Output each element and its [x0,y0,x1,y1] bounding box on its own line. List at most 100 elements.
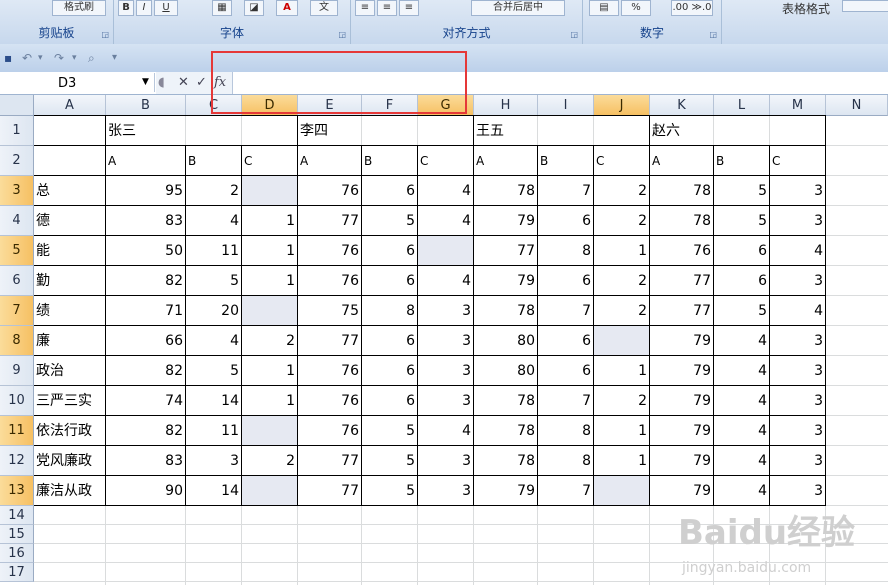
data-cell: 75 [341,303,359,319]
row-header-4[interactable]: 4 [0,206,34,236]
data-cell: 4 [758,333,767,349]
column-header-j[interactable]: J [594,95,650,116]
row-header-13[interactable]: 13 [0,476,34,506]
empty-cell[interactable] [242,416,297,445]
data-cell: 3 [814,393,823,409]
border-button[interactable]: ▦ [212,0,232,16]
row-header-16[interactable]: 16 [0,544,34,563]
empty-cell[interactable] [418,236,473,265]
subheader-cell: A [652,154,661,168]
subheader-cell: C [420,154,429,168]
row-header-9[interactable]: 9 [0,356,34,386]
empty-cell[interactable] [242,176,297,205]
enter-icon[interactable]: ✓ [196,75,207,90]
dialog-launcher-icon[interactable]: ◲ [570,30,578,39]
data-cell: 5 [406,483,415,499]
data-cell: 4 [814,303,823,319]
data-cell: 2 [638,393,647,409]
row-header-2[interactable]: 2 [0,146,34,176]
row-header-12[interactable]: 12 [0,446,34,476]
empty-cell[interactable] [594,476,649,505]
currency-button[interactable]: ▤ [589,0,619,16]
data-cell: 6 [758,273,767,289]
row-header-1[interactable]: 1 [0,116,34,146]
italic-button[interactable]: I [136,0,152,16]
underline-button[interactable]: U [154,0,178,16]
data-cell: 6 [406,363,415,379]
dropdown-arrow-icon[interactable]: ▾ [72,52,77,64]
dialog-launcher-icon[interactable]: ◲ [101,30,109,39]
customize-toolbar-icon[interactable]: ▾ [112,52,117,64]
data-cell: 20 [221,303,239,319]
data-cell: 3 [462,363,471,379]
font-color-button[interactable]: A [276,0,298,16]
table-format-button[interactable]: 表格格式 [782,0,830,17]
phonetic-icon: 文 [319,2,329,13]
data-cell: 78 [517,303,535,319]
row-header-7[interactable]: 7 [0,296,34,326]
font-group: B I U ▦ ◪ A 文 字体 ◲ [114,0,351,44]
empty-cell[interactable] [242,296,297,325]
data-cell: 77 [693,303,711,319]
select-all-corner[interactable] [0,95,34,116]
row-header-5[interactable]: 5 [0,236,34,266]
print-preview-icon[interactable]: ⌕ [88,52,95,64]
data-cell: 78 [517,393,535,409]
data-cell: 6 [758,243,767,259]
align-right-button[interactable]: ≡ [399,0,419,16]
column-header-k[interactable]: K [650,95,714,116]
decimal-button[interactable]: .00 ≫.0 [671,0,713,16]
column-header-i[interactable]: I [538,95,594,116]
row-header-15[interactable]: 15 [0,525,34,544]
data-cell: 79 [517,273,535,289]
subheader-cell: A [108,154,117,168]
data-cell: 80 [517,333,535,349]
dropdown-arrow-icon[interactable]: ▾ [38,52,43,64]
name-box-dropdown-icon[interactable]: ▼ [142,77,149,87]
save-icon[interactable]: ▪ [4,52,12,64]
data-cell: 77 [341,453,359,469]
column-header-l[interactable]: L [714,95,770,116]
data-cell: 1 [286,273,295,289]
row-header-17[interactable]: 17 [0,563,34,582]
data-cell: 79 [693,393,711,409]
data-cell: 4 [462,423,471,439]
dialog-launcher-icon[interactable]: ◲ [338,30,346,39]
align-center-button[interactable]: ≡ [377,0,397,16]
fill-color-button[interactable]: ◪ [244,0,264,16]
empty-cell[interactable] [242,476,297,505]
dialog-launcher-icon[interactable]: ◲ [709,30,717,39]
redo-icon[interactable]: ↷ [54,52,64,64]
format-painter-button[interactable]: 格式刷 [52,0,106,16]
data-cell: 8 [582,243,591,259]
annotation-highlight-box [211,51,467,114]
data-cell: 4 [462,213,471,229]
empty-cell[interactable] [594,326,649,355]
align-left-button[interactable]: ≡ [355,0,375,16]
row-header-6[interactable]: 6 [0,266,34,296]
column-header-b[interactable]: B [106,95,186,116]
phonetic-button[interactable]: 文 [310,0,338,16]
row-header-14[interactable]: 14 [0,506,34,525]
subheader-cell: B [364,154,373,168]
data-cell: 1 [286,363,295,379]
column-header-h[interactable]: H [474,95,538,116]
align-right-icon: ≡ [404,2,414,13]
subheader-cell: A [476,154,485,168]
undo-icon[interactable]: ↶ [22,52,32,64]
merge-center-button[interactable]: 合并后居中 [471,0,565,16]
data-cell: 2 [638,303,647,319]
row-header-11[interactable]: 11 [0,416,34,446]
column-header-m[interactable]: M [770,95,826,116]
cell-styles-button[interactable] [842,0,888,12]
row-header-8[interactable]: 8 [0,326,34,356]
name-box[interactable]: D3 ▼ [0,73,155,92]
cancel-icon[interactable]: ✕ [178,75,189,90]
percent-button[interactable]: % [621,0,651,16]
column-header-a[interactable]: A [34,95,106,116]
bold-button[interactable]: B [118,0,134,16]
row-header-3[interactable]: 3 [0,176,34,206]
data-cell: 79 [517,213,535,229]
column-header-n[interactable]: N [826,95,888,116]
row-header-10[interactable]: 10 [0,386,34,416]
